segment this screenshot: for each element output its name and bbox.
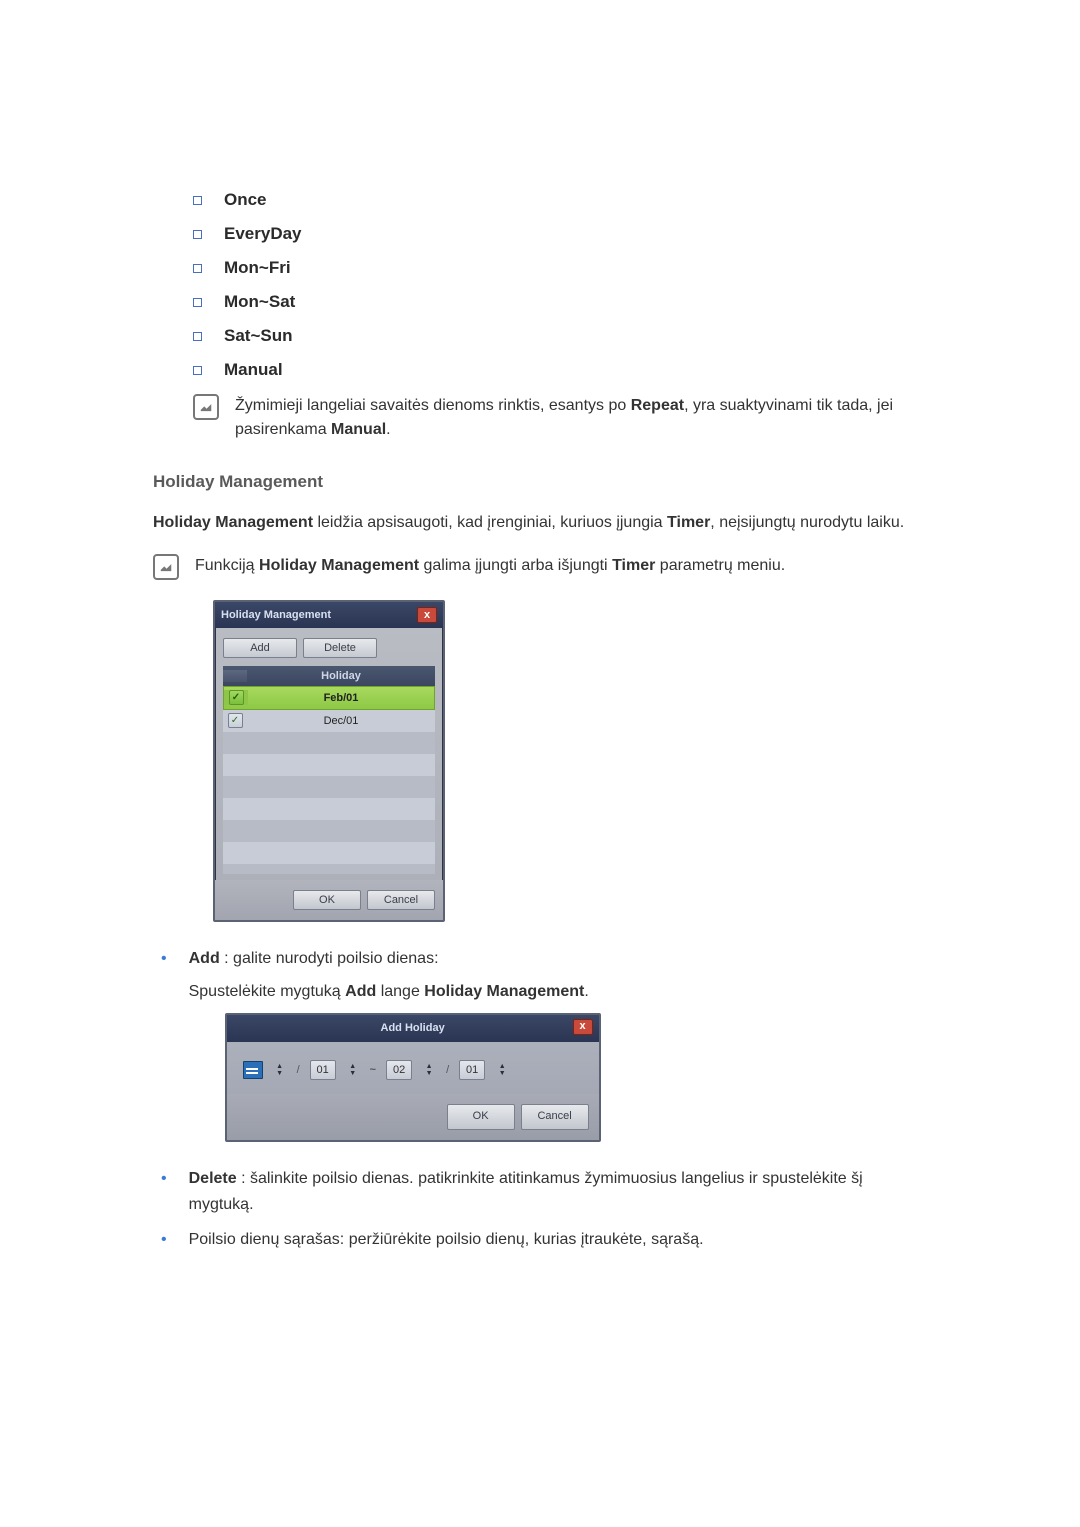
end-day-input[interactable]: 01 [459,1060,485,1080]
holiday-management-tip: Funkciją Holiday Management galima įjung… [153,554,927,580]
note-icon [193,394,219,420]
note-icon [153,554,179,580]
ok-button[interactable]: OK [447,1104,515,1130]
spinner-icon[interactable]: ▲▼ [422,1061,436,1079]
option-once: Once [224,190,267,210]
table-row[interactable]: ✓ Dec/01 [223,710,435,732]
holiday-management-tip-text: Funkciją Holiday Management galima įjung… [195,554,785,578]
square-bullet-icon [193,230,202,239]
ok-button[interactable]: OK [293,890,361,910]
add-button[interactable]: Add [223,638,297,658]
spinner-icon[interactable]: ▲▼ [495,1061,509,1079]
close-icon[interactable]: x [417,607,437,623]
calendar-icon [243,1061,263,1079]
holiday-table-body: ✓ Feb/01 ✓ Dec/01 [223,686,435,874]
repeat-note: Žymimieji langeliai savaitės dienoms rin… [193,394,927,442]
holiday-management-dialog: Holiday Management x Add Delete Holiday … [213,600,445,922]
square-bullet-icon [193,332,202,341]
square-bullet-icon [193,366,202,375]
checkbox-icon[interactable]: ✓ [228,713,243,728]
holiday-actions-list: • Add : galite nurodyti poilsio dienas: … [153,946,927,1253]
column-holiday: Holiday [247,670,435,682]
square-bullet-icon [193,196,202,205]
dialog-titlebar[interactable]: Holiday Management x [215,602,443,628]
table-row[interactable] [223,798,435,820]
end-month-input[interactable]: 02 [386,1060,412,1080]
bullet-icon: • [161,1166,167,1217]
holiday-cell: Feb/01 [248,692,434,704]
dialog-title: Holiday Management [221,609,331,621]
checkbox-icon[interactable]: ✓ [229,690,244,705]
start-day-input[interactable]: 01 [310,1060,336,1080]
separator-slash: / [446,1062,449,1080]
spinner-icon[interactable]: ▲▼ [273,1061,287,1079]
dialog-title: Add Holiday [381,1020,445,1038]
bullet-icon: • [161,1227,167,1253]
table-header: Holiday [223,666,435,686]
bullet-icon: • [161,946,167,1156]
dialog-titlebar[interactable]: Add Holiday x [227,1015,599,1043]
add-holiday-dialog: Add Holiday x ▲▼ / 01 ▲▼ ~ 02 ▲▼ / 01 [225,1013,601,1142]
table-row[interactable] [223,776,435,798]
square-bullet-icon [193,298,202,307]
holiday-list-text: Poilsio dienų sąrašas: peržiūrėkite poil… [189,1227,927,1253]
cancel-button[interactable]: Cancel [367,890,435,910]
option-mon-sat: Mon~Sat [224,292,295,312]
range-tilde-icon: ~ [370,1062,376,1080]
add-action-line2: Spustelėkite mygtuką Add lange Holiday M… [189,979,927,1005]
table-row[interactable] [223,820,435,842]
option-mon-fri: Mon~Fri [224,258,291,278]
holiday-management-heading: Holiday Management [153,472,927,492]
option-manual: Manual [224,360,283,380]
option-everyday: EveryDay [224,224,302,244]
close-icon[interactable]: x [573,1019,593,1035]
delete-button[interactable]: Delete [303,638,377,658]
spinner-icon[interactable]: ▲▼ [346,1061,360,1079]
repeat-note-text: Žymimieji langeliai savaitės dienoms rin… [235,394,927,442]
table-row[interactable] [223,842,435,864]
square-bullet-icon [193,264,202,273]
table-row[interactable]: ✓ Feb/01 [223,686,435,710]
table-row[interactable] [223,732,435,754]
cancel-button[interactable]: Cancel [521,1104,589,1130]
option-sat-sun: Sat~Sun [224,326,293,346]
separator-slash: / [297,1062,300,1080]
add-action-line1: Add : galite nurodyti poilsio dienas: [189,946,927,972]
repeat-options-list: Once EveryDay Mon~Fri Mon~Sat Sat~Sun Ma… [193,190,927,380]
delete-action-text: Delete : šalinkite poilsio dienas. patik… [189,1166,927,1217]
holiday-management-description: Holiday Management leidžia apsisaugoti, … [153,510,927,536]
holiday-cell: Dec/01 [247,715,435,727]
table-row[interactable] [223,754,435,776]
